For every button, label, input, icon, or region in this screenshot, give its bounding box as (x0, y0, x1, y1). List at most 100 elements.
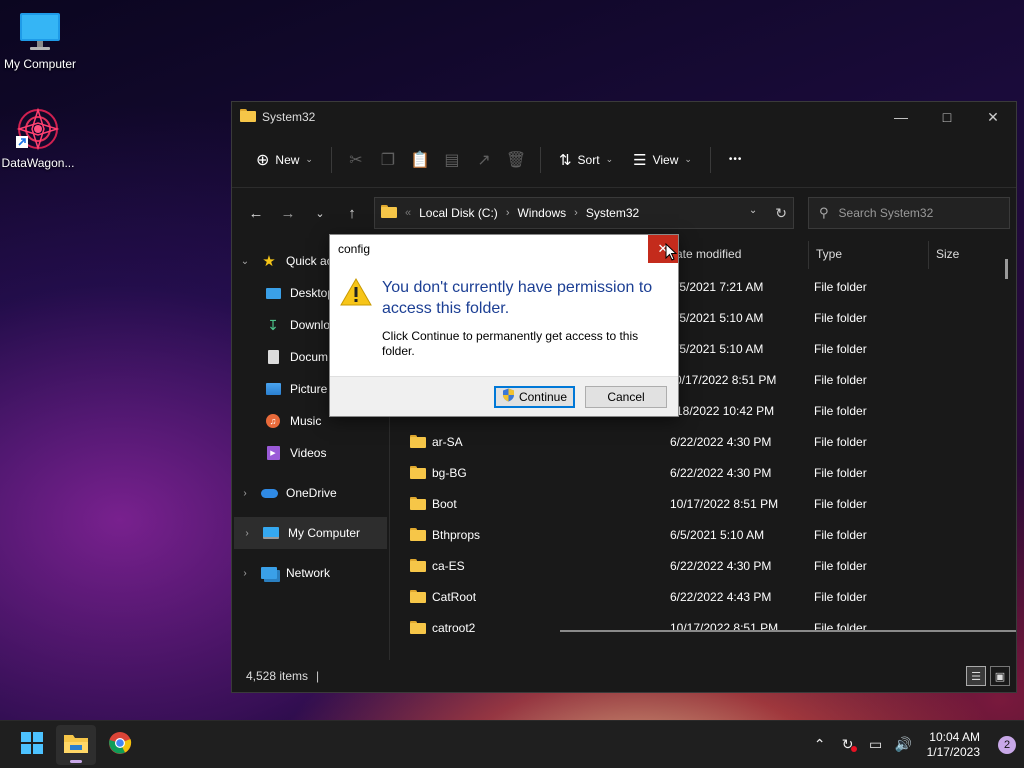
view-label: View (652, 152, 679, 167)
up-arrow-icon[interactable]: ↑ (336, 197, 368, 229)
volume-icon[interactable]: 🔊 (895, 736, 913, 753)
row-type: File folder (814, 558, 867, 573)
taskbar-chrome[interactable] (100, 725, 140, 765)
search-icon: ⚲ (819, 205, 829, 220)
mouse-pointer-icon (665, 242, 678, 264)
row-type: File folder (814, 434, 867, 449)
clock[interactable]: 10:04 AM 1/17/2023 (927, 730, 980, 760)
new-button[interactable]: ⊕ New ⌄ (246, 144, 323, 176)
overflow-chevron-icon[interactable]: « (405, 207, 411, 219)
tiles-view-icon[interactable]: ▣ (990, 666, 1010, 686)
sidebar-label: Downlo (290, 318, 331, 332)
title-bar[interactable]: System32 — □ ✕ (232, 102, 1016, 132)
share-icon[interactable]: ↗ (468, 144, 500, 176)
folder-icon (381, 205, 397, 221)
table-row[interactable]: bg-BG 6/22/2022 4:30 PM File folder (390, 457, 1016, 488)
folder-icon (410, 559, 426, 572)
video-icon: ▶ (262, 444, 284, 462)
row-date: 6/22/2022 4:30 PM (670, 558, 772, 573)
cut-icon[interactable]: ✂ (340, 144, 372, 176)
copy-icon[interactable]: ❐ (372, 144, 404, 176)
column-divider[interactable] (808, 241, 809, 269)
table-row[interactable]: ar-SA 6/22/2022 4:30 PM File folder (390, 426, 1016, 457)
notification-badge[interactable]: 2 (998, 735, 1016, 754)
column-divider[interactable] (928, 241, 929, 269)
chevron-down-icon[interactable]: ⌄ (232, 256, 258, 267)
breadcrumb-windows[interactable]: Windows (517, 206, 566, 220)
forward-arrow-icon[interactable]: → (272, 197, 304, 229)
system-tray: ⌃ ↻ ▭ 🔊 10:04 AM 1/17/2023 2 (811, 730, 1016, 760)
row-type: File folder (814, 403, 867, 418)
column-size[interactable]: Size (936, 247, 959, 261)
taskbar-file-explorer[interactable] (56, 724, 96, 765)
continue-label: Continue (518, 389, 568, 404)
breadcrumb-local-disk[interactable]: Local Disk (C:) (419, 206, 498, 220)
row-date: 10/17/2022 8:51 PM (670, 620, 779, 635)
network-display-icon[interactable]: ▭ (867, 736, 885, 753)
status-divider: | (316, 669, 320, 683)
row-name: ca-ES (432, 558, 465, 573)
chevron-right-icon[interactable]: › (232, 488, 258, 499)
close-window-button[interactable]: ✕ (970, 102, 1016, 132)
desktop-icon-label: DataWagon... (1, 156, 75, 170)
toolbar-divider (709, 146, 711, 173)
maximize-button[interactable]: □ (924, 102, 970, 132)
rename-icon[interactable]: ▤ (436, 144, 468, 176)
details-view-icon[interactable]: ☰ (966, 666, 986, 686)
column-date-modified[interactable]: ate modified (676, 247, 741, 261)
chevron-right-icon[interactable]: › (574, 207, 578, 219)
row-date: 6/22/2022 4:30 PM (670, 434, 772, 449)
row-type: File folder (814, 527, 867, 542)
breadcrumb-system32[interactable]: System32 (586, 206, 639, 220)
row-name: CatRoot (432, 589, 477, 604)
horizontal-scrollbar[interactable] (560, 630, 1016, 632)
row-name: Bthprops (432, 527, 481, 542)
sidebar-label: OneDrive (286, 486, 337, 500)
row-type: File folder (814, 279, 867, 294)
vertical-scrollbar[interactable] (1005, 259, 1008, 279)
continue-button[interactable]: Continue (494, 385, 575, 408)
desktop-icon-my-computer[interactable]: My Computer (0, 10, 80, 71)
chevron-right-icon[interactable]: › (506, 207, 510, 219)
item-count: 4,528 items (246, 669, 309, 683)
table-row[interactable]: CatRoot 6/22/2022 4:43 PM File folder (390, 581, 1016, 612)
delete-icon[interactable]: 🗑 (500, 144, 532, 176)
table-row[interactable]: catroot2 10/17/2022 8:51 PM File folder (390, 612, 1016, 643)
row-date: /5/2021 5:10 AM (676, 341, 764, 356)
table-row[interactable]: Boot 10/17/2022 8:51 PM File folder (390, 488, 1016, 519)
document-icon (262, 348, 284, 366)
sidebar-item-videos[interactable]: ▶ Videos (232, 437, 389, 469)
view-button[interactable]: ☰ View ⌄ (623, 145, 702, 175)
datawagon-logo-icon (14, 106, 62, 152)
sort-button[interactable]: ⇅ Sort ⌄ (549, 145, 623, 175)
column-type[interactable]: Type (816, 247, 842, 261)
refresh-icon[interactable]: ↻ (775, 205, 787, 222)
chevron-right-icon[interactable]: › (232, 568, 258, 579)
search-box[interactable]: ⚲ Search System32 (808, 197, 1010, 229)
recent-locations-chevron-icon[interactable]: ⌄ (304, 197, 336, 229)
table-row[interactable]: Bthprops 6/5/2021 5:10 AM File folder (390, 519, 1016, 550)
sidebar-item-network[interactable]: › Network (232, 557, 389, 589)
sync-icon[interactable]: ↻ (839, 736, 857, 753)
paste-icon[interactable]: 📋 (404, 144, 436, 176)
cancel-button[interactable]: Cancel (585, 385, 667, 408)
chevron-down-icon: ⌄ (305, 154, 313, 164)
address-bar[interactable]: « Local Disk (C:) › Windows › System32 ⌄… (374, 197, 794, 229)
minimize-button[interactable]: — (878, 102, 924, 132)
table-row[interactable]: ca-ES 6/22/2022 4:30 PM File folder (390, 550, 1016, 581)
monitor-icon (18, 10, 62, 54)
back-arrow-icon[interactable]: ← (240, 197, 272, 229)
chevron-up-icon[interactable]: ⌃ (811, 736, 829, 753)
start-button[interactable] (12, 725, 52, 765)
more-options-button[interactable]: ••• (719, 148, 753, 171)
sidebar-item-onedrive[interactable]: › OneDrive (232, 477, 389, 509)
row-date: 6/22/2022 4:30 PM (670, 465, 772, 480)
row-date: /5/2021 7:21 AM (676, 279, 764, 294)
desktop-icon-datawagon[interactable]: DataWagon... (0, 106, 78, 170)
row-name: bg-BG (432, 465, 467, 480)
chevron-right-icon[interactable]: › (234, 528, 260, 539)
network-icon (258, 564, 280, 582)
sidebar-item-my-computer[interactable]: › My Computer (234, 517, 387, 549)
address-dropdown-icon[interactable]: ⌄ (749, 205, 757, 222)
row-date: 6/5/2021 5:10 AM (670, 527, 765, 542)
